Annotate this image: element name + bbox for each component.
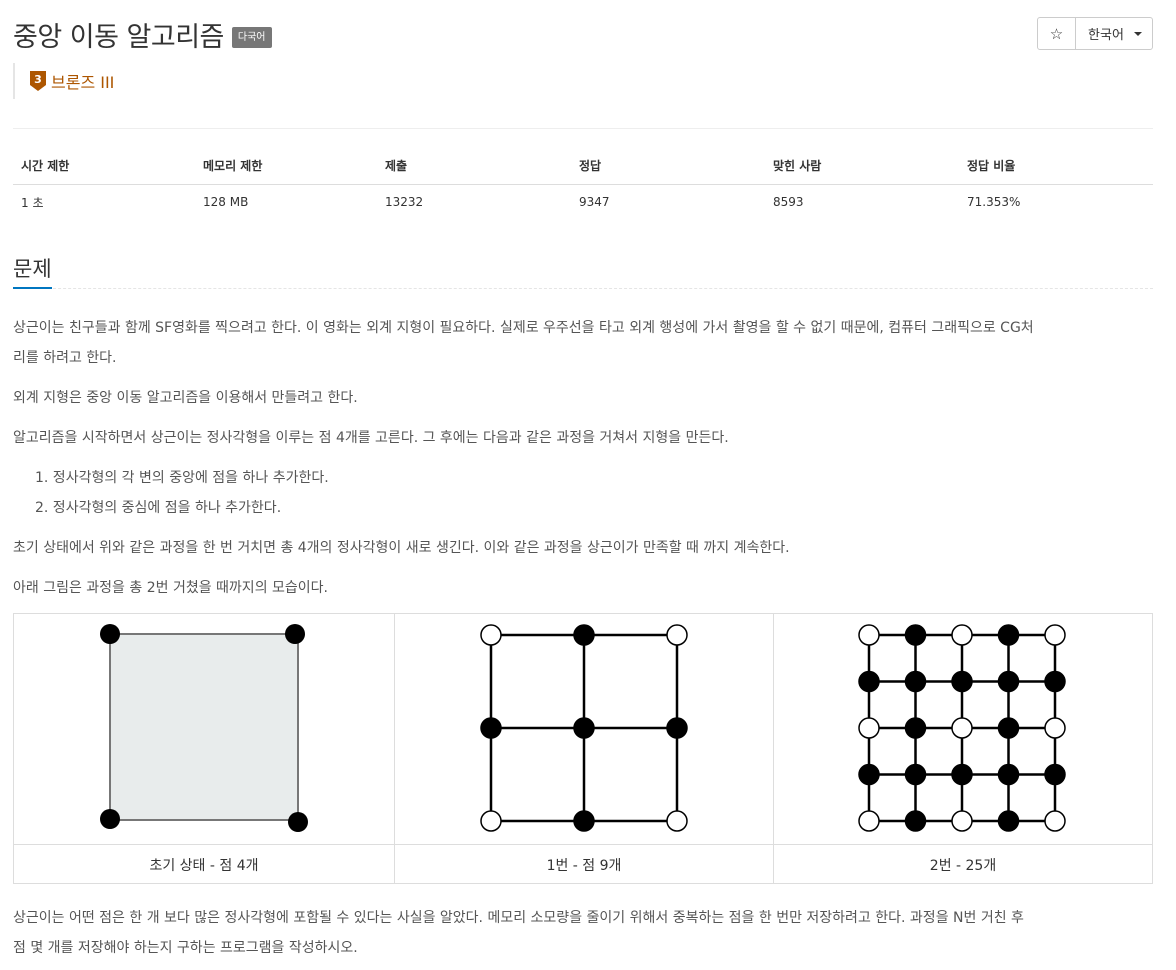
star-button[interactable]: ☆	[1038, 18, 1076, 49]
stats-header: 메모리 제한	[195, 148, 377, 185]
toolbar-button-group: ☆ 한국어	[1037, 17, 1153, 50]
new-point	[997, 763, 1020, 786]
language-label: 한국어	[1088, 28, 1124, 43]
new-point	[904, 670, 927, 693]
stats-value: 71.353%	[967, 195, 1021, 210]
old-point	[480, 810, 502, 832]
stats-value: 9347	[579, 195, 610, 210]
old-point	[951, 624, 973, 646]
figure-table: 초기 상태 - 점 4개 1번 - 점 9개 2번 - 25개	[13, 613, 1153, 884]
new-point	[1044, 763, 1066, 786]
paragraph: 초기 상태에서 위와 같은 과정을 한 번 거치면 총 4개의 정사각형이 새로…	[13, 540, 790, 556]
new-point	[997, 670, 1020, 693]
title-row: 중앙 이동 알고리즘 다국어	[13, 14, 272, 54]
caret-down-icon	[1133, 31, 1142, 36]
figure-caption: 1번 - 점 9개	[395, 844, 774, 884]
page-title: 중앙 이동 알고리즘	[13, 21, 224, 53]
problem-stats-table: 시간 제한 메모리 제한 제출 정답 맞힌 사람 정답 비율 1 초 128 M…	[13, 148, 1153, 220]
new-point	[904, 717, 927, 739]
text-line: 리를 하려고 한다.	[13, 350, 117, 366]
paragraph: 아래 그림은 과정을 총 2번 거쳤을 때까지의 모습이다.	[13, 580, 328, 596]
old-point	[480, 624, 502, 646]
stats-header: 정답	[571, 148, 765, 185]
tier-number: 3	[34, 73, 42, 86]
new-point	[997, 717, 1020, 739]
section-header: 문제	[13, 250, 1153, 289]
new-point	[951, 670, 973, 693]
new-point	[573, 810, 595, 832]
paragraph: 상근이는 어떤 점은 한 개 보다 많은 정사각형에 포함될 수 있다는 사실을…	[13, 903, 1158, 963]
new-point	[951, 763, 973, 786]
old-point	[1044, 624, 1066, 646]
section-title: 문제	[13, 250, 52, 289]
text-line: 상근이는 친구들과 함께 SF영화를 찍으려고 한다. 이 영화는 외계 지형이…	[13, 320, 1034, 336]
new-point	[858, 670, 880, 693]
old-point	[666, 624, 688, 646]
figure-step2	[774, 614, 1152, 844]
paragraph: 상근이는 친구들과 함께 SF영화를 찍으려고 한다. 이 영화는 외계 지형이…	[13, 313, 1158, 373]
figure-initial	[14, 614, 395, 844]
old-point	[858, 624, 880, 646]
old-point	[666, 810, 688, 832]
tier-label[interactable]: 브론즈 III	[51, 69, 114, 93]
new-point	[858, 763, 880, 786]
bronze-tier-icon: 3	[30, 71, 46, 91]
initial-square-diagram	[100, 624, 308, 832]
new-point	[997, 810, 1020, 832]
stats-header: 맞힌 사람	[765, 148, 959, 185]
step1-grid-diagram	[480, 624, 688, 832]
new-point	[573, 624, 595, 646]
stats-value-row: 1 초 128 MB 13232 9347 8593 71.353%	[13, 184, 1153, 220]
new-point	[904, 624, 927, 646]
stats-value: 128 MB	[203, 195, 249, 210]
new-point	[904, 763, 927, 786]
paragraph: 알고리즘을 시작하면서 상근이는 정사각형을 이루는 점 4개를 고른다. 그 …	[13, 430, 729, 446]
figure-step1	[395, 614, 774, 844]
old-point	[1044, 717, 1066, 739]
text-line: 상근이는 어떤 점은 한 개 보다 많은 정사각형에 포함될 수 있다는 사실을…	[13, 910, 1024, 926]
stats-header: 정답 비율	[959, 148, 1153, 185]
old-point	[951, 717, 973, 739]
stats-header: 시간 제한	[13, 148, 195, 185]
new-point	[997, 624, 1020, 646]
old-point	[858, 717, 880, 739]
steps-list: 1. 정사각형의 각 변의 중앙에 점을 하나 추가한다. 2. 정사각형의 중…	[35, 463, 329, 523]
tier-row: 3 브론즈 III	[13, 63, 114, 99]
stats-value: 13232	[385, 195, 424, 210]
text-line: 점 몇 개를 저장해야 하는지 구하는 프로그램을 작성하시오.	[13, 940, 358, 956]
old-point	[1044, 810, 1066, 832]
old-point	[858, 810, 880, 832]
stats-value: 8593	[773, 195, 804, 210]
new-point	[480, 717, 502, 739]
old-point	[951, 810, 973, 832]
new-point	[1044, 670, 1066, 693]
stats-header: 제출	[377, 148, 571, 185]
new-point	[666, 717, 688, 739]
new-point	[904, 810, 927, 832]
divider	[13, 128, 1153, 129]
new-point	[573, 717, 595, 739]
list-item: 2. 정사각형의 중심에 점을 하나 추가한다.	[35, 500, 282, 516]
multilang-badge: 다국어	[231, 26, 272, 48]
language-dropdown[interactable]: 한국어	[1076, 18, 1152, 49]
paragraph: 외계 지형은 중앙 이동 알고리즘을 이용해서 만들려고 한다.	[13, 390, 358, 406]
figure-caption: 초기 상태 - 점 4개	[14, 844, 395, 884]
figure-caption: 2번 - 25개	[774, 844, 1152, 884]
stats-header-row: 시간 제한 메모리 제한 제출 정답 맞힌 사람 정답 비율	[13, 148, 1153, 185]
stats-value: 1 초	[21, 195, 44, 210]
star-icon: ☆	[1049, 24, 1064, 43]
list-item: 1. 정사각형의 각 변의 중앙에 점을 하나 추가한다.	[35, 470, 329, 486]
step2-grid-diagram	[858, 624, 1066, 832]
